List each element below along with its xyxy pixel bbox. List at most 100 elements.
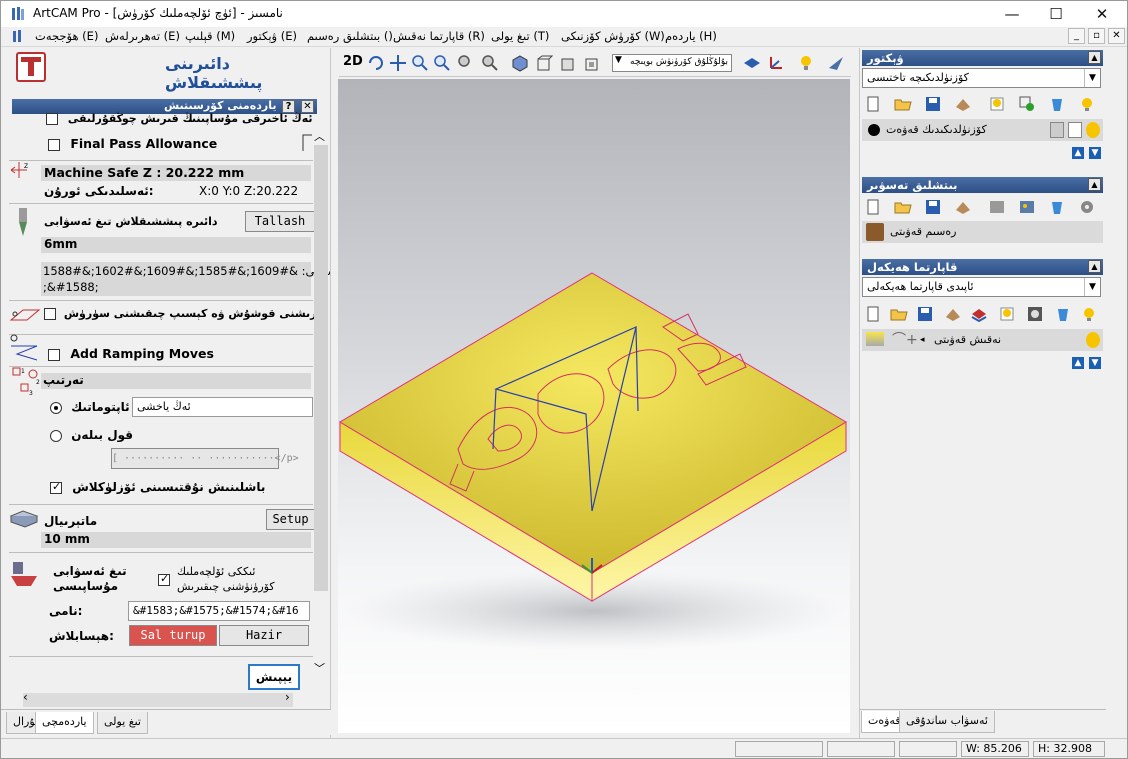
pan-icon[interactable] <box>389 54 407 72</box>
collapse-vector-icon[interactable]: ▲ <box>1088 51 1101 64</box>
delete-bitmap-icon[interactable] <box>1048 198 1066 216</box>
menu-toolpaths[interactable]: تىغ يولى (T) <box>491 29 549 43</box>
layer-visibility-icon[interactable] <box>1078 95 1096 113</box>
bitmap-stack-icon[interactable] <box>954 198 972 216</box>
zoom-extents-icon[interactable] <box>481 54 499 72</box>
save-relief-icon[interactable] <box>916 305 934 323</box>
lock-icon[interactable] <box>1050 122 1064 138</box>
menu-help[interactable]: ياردەم (H) <box>665 29 717 43</box>
last-pass-option[interactable]: ئەڭ ئاخىرقى مۇساپىنىڭ قىرىش چوڭقۇرلىقى <box>46 112 313 125</box>
zoom-in-icon[interactable] <box>411 54 429 72</box>
vector-layer-row[interactable]: كۆزنۈلدىكىدىك قەۋەت <box>862 119 1103 141</box>
horizontal-scrollbar[interactable] <box>23 693 293 707</box>
light-bulb-icon[interactable] <box>797 54 815 72</box>
move-up-icon[interactable]: ▲ <box>1072 147 1084 159</box>
bitmap-settings-icon[interactable] <box>1078 198 1096 216</box>
relief-visibility-icon[interactable] <box>1080 305 1098 323</box>
relief-tool-icon[interactable]: ⌒+ <box>892 329 918 351</box>
zoom-out-icon[interactable] <box>433 54 451 72</box>
relief-move-down-icon[interactable]: ▼ <box>1089 357 1101 369</box>
mdi-close-button[interactable]: ✕ <box>1108 28 1125 44</box>
bitmap-gray-icon[interactable] <box>988 198 1006 216</box>
vector-section-header[interactable]: ۋېكتور ▲ <box>862 50 1103 66</box>
3d-viewport[interactable] <box>338 79 850 733</box>
ramping-checkbox[interactable] <box>48 348 60 361</box>
scroll-left-icon[interactable]: ‹ <box>23 690 28 704</box>
ramping-option[interactable]: Add Ramping Moves <box>48 346 214 361</box>
vector-layer-select[interactable]: كۆزنۈلدىكىچە تاختىسى ▼ <box>862 68 1101 88</box>
relief-image-icon[interactable] <box>1026 305 1044 323</box>
relief-bulb-icon[interactable] <box>998 305 1016 323</box>
open-relief-icon[interactable] <box>890 305 908 323</box>
manual-order-option[interactable]: قول بىلەن <box>50 428 133 442</box>
final-pass-option[interactable]: Final Pass Allowance <box>48 136 217 151</box>
move-down-icon[interactable]: ▼ <box>1089 147 1101 159</box>
view-select[interactable]: بۇلۇڭلۇق كۆرۈنۈش بويىچە ▼ <box>612 54 732 72</box>
mdi-minimize-button[interactable]: _ <box>1068 28 1085 44</box>
relief-move-up-icon[interactable]: ▲ <box>1072 357 1084 369</box>
open-bitmap-icon[interactable] <box>894 198 912 216</box>
side-view-icon[interactable] <box>559 54 577 72</box>
select-tool-button[interactable]: Tallash <box>245 211 315 232</box>
menu-window[interactable]: كۆرۈش كۆزنىكى (W) <box>561 29 665 43</box>
menu-bitmap[interactable]: بىتشلىق رەسىم () <box>307 29 393 43</box>
menu-relief[interactable]: قاپارتما نەقىش (R) <box>393 29 485 43</box>
lead-moves-option[interactable]: ۋېكتور كىرىشنى قوشۇش ۋە كېسىپ چىقىشنى سۈ… <box>44 307 330 320</box>
expand-icon[interactable]: ◂ <box>920 329 925 351</box>
scroll-right-icon[interactable]: › <box>285 690 290 704</box>
bulb-layer-icon[interactable] <box>988 95 1006 113</box>
final-pass-checkbox[interactable] <box>48 138 60 151</box>
calculate-later-button[interactable]: Sal turup <box>129 625 217 646</box>
visibility-bulb-icon[interactable] <box>1086 122 1100 138</box>
show-2d-checkbox[interactable] <box>158 572 170 586</box>
material-setup-button[interactable]: Setup <box>266 509 315 530</box>
manual-order-radio[interactable] <box>50 429 62 442</box>
collapse-relief-icon[interactable]: ▲ <box>1088 260 1101 273</box>
tab-toolbox[interactable]: ئەسۋاب ساندۇقى <box>899 711 995 733</box>
relief-select[interactable]: ئاپىدى قاپارتما ھەيكەلى ▼ <box>862 277 1101 297</box>
front-view-icon[interactable] <box>535 54 553 72</box>
menu-model[interactable]: قېلىپ (M) <box>185 29 235 43</box>
layer-color-icon[interactable] <box>868 124 880 136</box>
optimise-start-option[interactable]: باشلىنىش نۇقتىسىنى ئۆزلۈكلاش <box>50 480 265 494</box>
new-layer-icon[interactable] <box>864 95 882 113</box>
merge-layer-icon[interactable] <box>1018 95 1036 113</box>
relief-combine-icon[interactable] <box>970 305 988 323</box>
view-2d-button[interactable]: 2D <box>343 54 363 69</box>
scroll-up-icon[interactable]: ︿ <box>314 128 325 144</box>
close-panel-button[interactable]: يېپىش <box>248 664 300 690</box>
tab-assistant[interactable]: ياردەمچى <box>35 712 94 734</box>
bitmap-image-icon[interactable] <box>1018 198 1036 216</box>
mdi-restore-button[interactable]: ▫ <box>1088 28 1105 44</box>
scroll-down-icon[interactable]: ﹀ <box>314 660 325 676</box>
menu-file[interactable]: ھۆججەت (E) <box>35 29 98 43</box>
relief-3d-view[interactable] <box>338 79 850 733</box>
relief-section-header[interactable]: قاپارتما ھەيكەل ▲ <box>862 259 1103 275</box>
save-bitmap-icon[interactable] <box>924 198 942 216</box>
bitmap-section-header[interactable]: بىتشلىق تەسۋىر ▲ <box>862 177 1103 193</box>
close-button[interactable]: ✕ <box>1079 1 1125 27</box>
new-relief-icon[interactable] <box>864 305 882 323</box>
optimise-start-checkbox[interactable] <box>50 480 62 494</box>
calculate-now-button[interactable]: Hazir <box>219 625 309 646</box>
maximize-button[interactable]: ☐ <box>1033 1 1079 27</box>
relief-stack-icon[interactable] <box>944 305 962 323</box>
axes-icon[interactable] <box>767 54 785 72</box>
toolpath-name-input[interactable]: &#1583;&#1575;&#1574;&#16 <box>128 601 310 621</box>
delete-relief-icon[interactable] <box>1054 305 1072 323</box>
auto-order-input[interactable]: ئەڭ ياخشى <box>132 397 313 417</box>
render-icon[interactable] <box>827 54 845 72</box>
open-folder-icon[interactable] <box>894 95 912 113</box>
new-bitmap-icon[interactable] <box>864 198 882 216</box>
zoom-window-icon[interactable] <box>457 54 475 72</box>
relief-layer-row[interactable]: ⌒+ ◂ نەقىش قەۋىتى <box>862 329 1103 351</box>
last-pass-checkbox[interactable] <box>46 113 58 125</box>
menu-vector[interactable]: ۋېكتور (E) <box>247 29 297 43</box>
tab-toolpaths[interactable]: تىغ يولى <box>97 712 148 734</box>
top-view-icon[interactable] <box>583 54 601 72</box>
menu-edit[interactable]: تەھرىرلەش (E) <box>105 29 180 43</box>
iso-view-icon[interactable] <box>511 54 529 72</box>
layer-view-icon[interactable] <box>743 54 761 72</box>
lead-moves-checkbox[interactable] <box>44 308 56 320</box>
rotate-icon[interactable] <box>367 54 385 72</box>
